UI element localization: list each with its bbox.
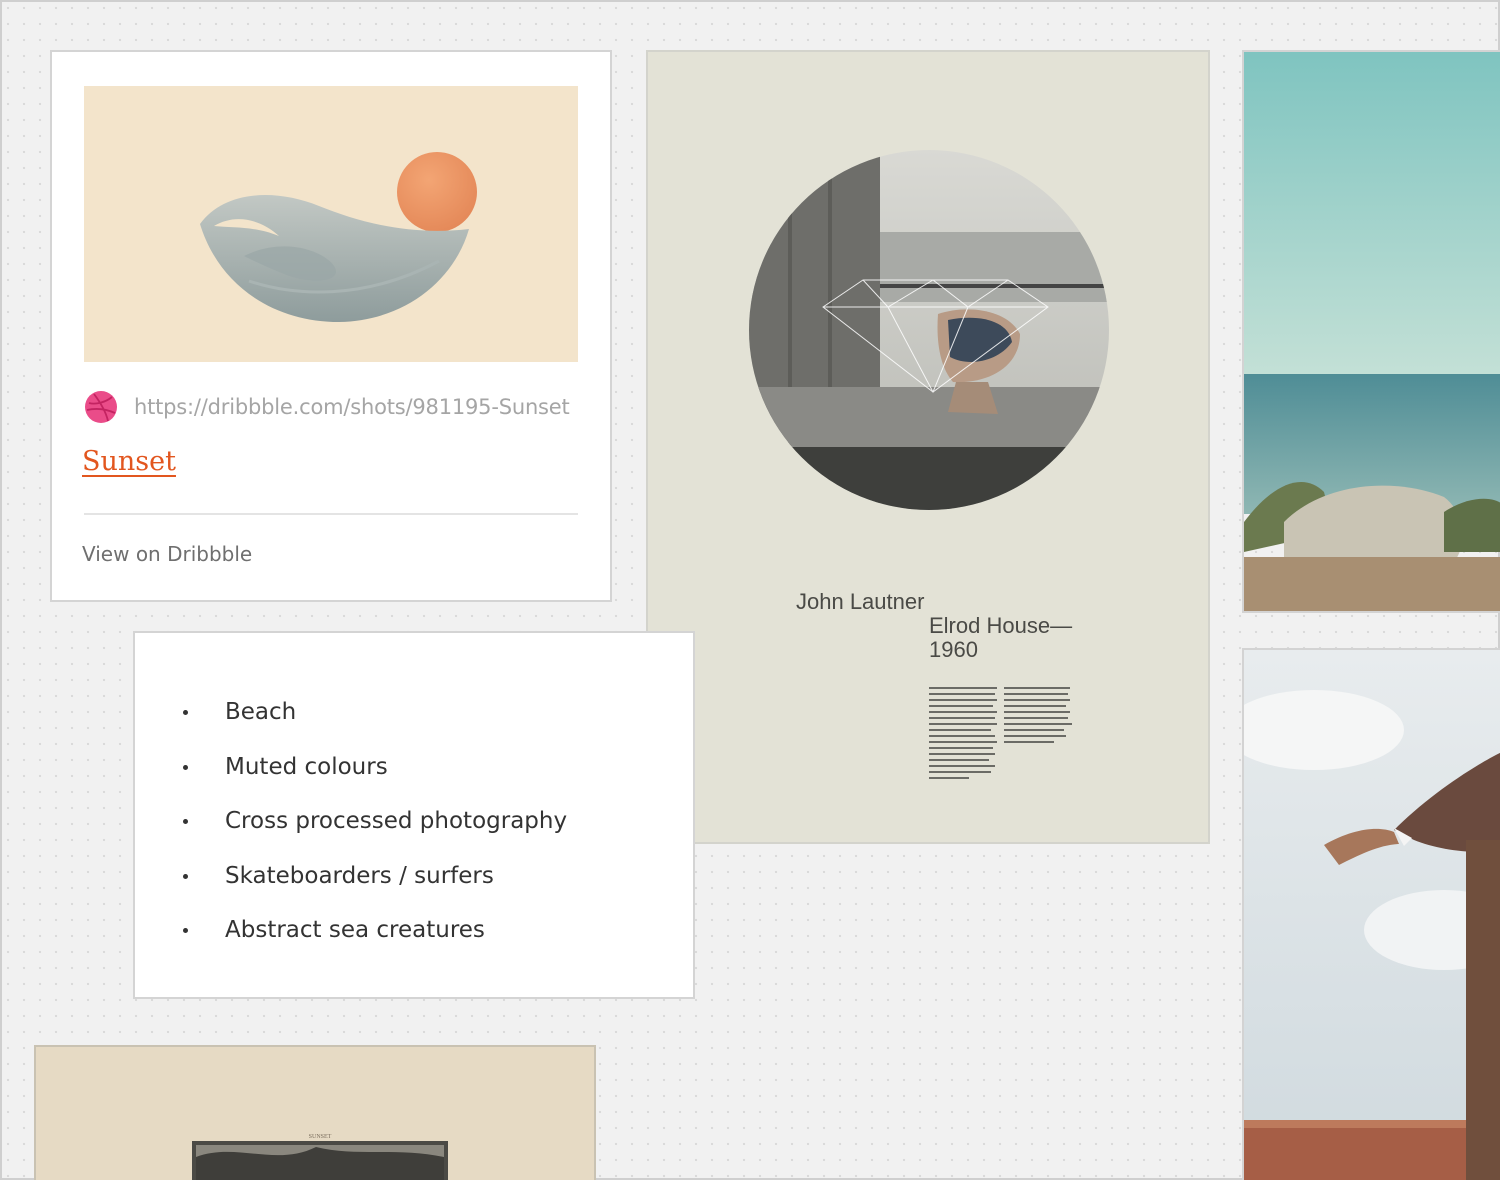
dribbble-icon [85, 391, 117, 423]
elrod-house-poster[interactable]: John Lautner Elrod House— 1960 [646, 50, 1210, 844]
view-on-dribbble-link[interactable]: View on Dribbble [82, 542, 252, 566]
poster-title-line2: 1960 [929, 637, 978, 662]
sea-photo[interactable] [1242, 50, 1500, 613]
link-title[interactable]: Sunset [82, 446, 176, 477]
skater-photo[interactable] [1242, 648, 1500, 1180]
list-item: Cross processed photography [135, 804, 693, 859]
dribbble-link-card[interactable]: https://dribbble.com/shots/981195-Sunset… [50, 50, 612, 602]
bullet-icon [183, 764, 188, 770]
divider [84, 513, 578, 515]
keyword-list: Beach Muted colours Cross processed phot… [135, 695, 693, 968]
list-item: Beach [135, 695, 693, 750]
poster-author: John Lautner [796, 589, 924, 614]
bullet-icon [183, 873, 188, 879]
sunset-thumbnail[interactable] [84, 86, 578, 362]
list-item: Muted colours [135, 750, 693, 805]
bullet-icon [183, 710, 188, 715]
link-source: https://dribbble.com/shots/981195-Sunset [84, 390, 570, 424]
list-item: Skateboarders / surfers [135, 859, 693, 914]
link-url[interactable]: https://dribbble.com/shots/981195-Sunset [134, 395, 570, 419]
bullet-icon [183, 928, 188, 933]
keywords-card: Beach Muted colours Cross processed phot… [133, 631, 695, 999]
list-item: Abstract sea creatures [135, 913, 693, 968]
bullet-icon [183, 819, 188, 824]
poster-title-line1: Elrod House— [929, 613, 1072, 638]
vintage-sunset-print[interactable]: SUNSET [34, 1045, 596, 1180]
vintage-caption: SUNSET [309, 1134, 332, 1140]
